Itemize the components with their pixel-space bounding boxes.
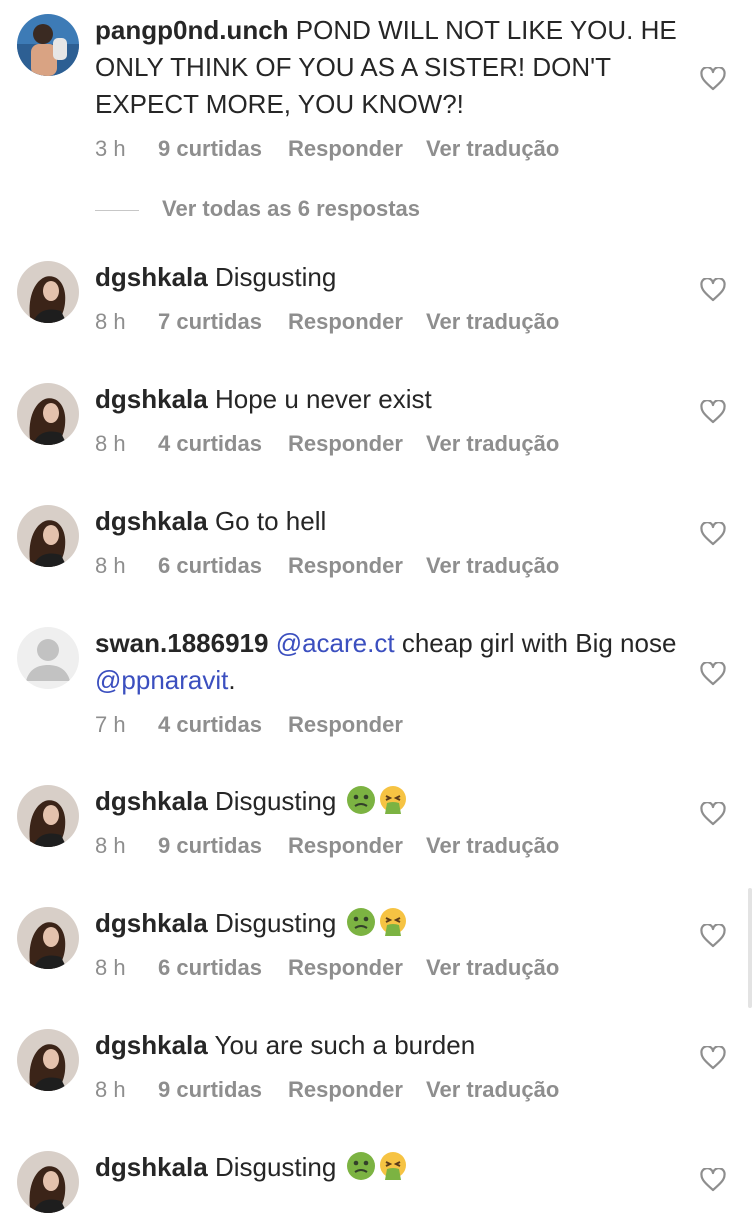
likes-count[interactable]: 6 curtidas <box>158 553 262 579</box>
mention-link[interactable]: @ppnaravit <box>95 665 228 695</box>
likes-count[interactable]: 9 curtidas <box>158 833 262 859</box>
comment-text: dgshkala You are such a burden <box>95 1027 685 1064</box>
avatar[interactable] <box>17 14 79 76</box>
comment-meta: 8 h 4 curtidas Responder Ver tradução <box>95 431 685 461</box>
nauseated-face-icon <box>346 908 375 936</box>
comment-username[interactable]: dgshkala <box>95 262 208 292</box>
avatar[interactable] <box>17 1151 79 1213</box>
see-translation-button[interactable]: Ver tradução <box>426 553 559 579</box>
likes-count[interactable]: 4 curtidas <box>158 431 262 457</box>
heart-icon[interactable] <box>700 522 726 546</box>
default-avatar-icon[interactable] <box>17 627 79 689</box>
heart-icon[interactable] <box>700 924 726 948</box>
nauseated-face-icon <box>346 1152 375 1180</box>
comment-username[interactable]: dgshkala <box>95 1030 208 1060</box>
comment-time: 8 h <box>95 1077 126 1102</box>
avatar[interactable] <box>17 383 79 445</box>
see-translation-button[interactable]: Ver tradução <box>426 136 559 162</box>
reply-button[interactable]: Responder <box>288 1077 403 1103</box>
heart-icon[interactable] <box>700 1168 726 1192</box>
heart-icon[interactable] <box>700 278 726 302</box>
comment-time: 8 h <box>95 833 126 858</box>
view-replies-label[interactable]: Ver todas as 6 respostas <box>162 196 420 222</box>
avatar[interactable] <box>17 1029 79 1091</box>
comment-body: Disgusting <box>214 1152 337 1182</box>
avatar[interactable] <box>17 261 79 323</box>
likes-count[interactable]: 4 curtidas <box>158 712 262 738</box>
comment-text: dgshkala Go to hell <box>95 503 685 540</box>
vomiting-face-icon <box>379 1152 406 1180</box>
comment-body: Go to hell <box>214 506 327 536</box>
comment-text: pangp0nd.unch POND WILL NOT LIKE YOU. HE… <box>95 12 685 123</box>
heart-icon[interactable] <box>700 662 726 686</box>
comment-meta: 8 h 9 curtidas Responder Ver tradução <box>95 833 685 863</box>
reply-button[interactable]: Responder <box>288 955 403 981</box>
comment-meta: 8 h 7 curtidas Responder Ver tradução <box>95 309 685 339</box>
scrollbar-thumb[interactable] <box>748 888 752 1008</box>
nauseated-face-icon <box>346 786 375 814</box>
avatar[interactable] <box>17 907 79 969</box>
heart-icon[interactable] <box>700 67 726 91</box>
comment-body: Disgusting <box>214 908 337 938</box>
comment-username[interactable]: dgshkala <box>95 506 208 536</box>
heart-icon[interactable] <box>700 802 726 826</box>
comment-text: dgshkala Hope u never exist <box>95 381 685 418</box>
reply-button[interactable]: Responder <box>288 833 403 859</box>
comment-body: Hope u never exist <box>214 384 432 414</box>
vomiting-face-icon <box>379 908 406 936</box>
comment-meta: 8 h 6 curtidas Responder Ver tradução <box>95 955 685 985</box>
comment-body: Disgusting <box>214 262 337 292</box>
comment-body-end: . <box>228 665 236 695</box>
comment-time: 8 h <box>95 553 126 578</box>
see-translation-button[interactable]: Ver tradução <box>426 431 559 457</box>
vomiting-face-icon <box>379 786 406 814</box>
comment-text: dgshkala Disgusting <box>95 783 685 820</box>
reply-button[interactable]: Responder <box>288 136 403 162</box>
comment-username[interactable]: dgshkala <box>95 384 208 414</box>
comment-username[interactable]: dgshkala <box>95 786 208 816</box>
comment-time: 7 h <box>95 712 126 737</box>
see-translation-button[interactable]: Ver tradução <box>426 309 559 335</box>
comment-text: dgshkala Disgusting <box>95 1149 685 1186</box>
comment-username[interactable]: dgshkala <box>95 908 208 938</box>
avatar[interactable] <box>17 505 79 567</box>
comment-meta: 8 h 9 curtidas Responder Ver tradução <box>95 1077 685 1107</box>
see-translation-button[interactable]: Ver tradução <box>426 955 559 981</box>
comment-username[interactable]: swan.1886919 <box>95 628 268 658</box>
heart-icon[interactable] <box>700 400 726 424</box>
likes-count[interactable]: 9 curtidas <box>158 136 262 162</box>
comment-time: 3 h <box>95 136 126 161</box>
view-replies-divider <box>95 210 139 211</box>
see-translation-button[interactable]: Ver tradução <box>426 1077 559 1103</box>
reply-button[interactable]: Responder <box>288 309 403 335</box>
comment-text: dgshkala Disgusting <box>95 905 685 942</box>
likes-count[interactable]: 9 curtidas <box>158 1077 262 1103</box>
comment-time: 8 h <box>95 431 126 456</box>
heart-icon[interactable] <box>700 1046 726 1070</box>
avatar[interactable] <box>17 785 79 847</box>
reply-button[interactable]: Responder <box>288 553 403 579</box>
comment-text: dgshkala Disgusting <box>95 259 685 296</box>
comment-time: 8 h <box>95 309 126 334</box>
likes-count[interactable]: 7 curtidas <box>158 309 262 335</box>
see-translation-button[interactable]: Ver tradução <box>426 833 559 859</box>
comment-body: You are such a burden <box>214 1030 476 1060</box>
reply-button[interactable]: Responder <box>288 431 403 457</box>
reply-button[interactable]: Responder <box>288 712 403 738</box>
comment-meta: 7 h 4 curtidas Responder <box>95 712 685 742</box>
comment-body: cheap girl with Big nose <box>394 628 677 658</box>
comment-meta: 8 h 6 curtidas Responder Ver tradução <box>95 553 685 583</box>
comment-time: 8 h <box>95 955 126 980</box>
view-replies-button[interactable]: Ver todas as 6 respostas <box>95 196 495 226</box>
likes-count[interactable]: 6 curtidas <box>158 955 262 981</box>
comment-text: swan.1886919 @acare.ct cheap girl with B… <box>95 625 685 699</box>
comment-username[interactable]: pangp0nd.unch <box>95 15 289 45</box>
comment-body: Disgusting <box>214 786 337 816</box>
comment-username[interactable]: dgshkala <box>95 1152 208 1182</box>
mention-link[interactable]: @acare.ct <box>276 628 395 658</box>
comment-meta: 3 h 9 curtidas Responder Ver tradução <box>95 136 685 166</box>
